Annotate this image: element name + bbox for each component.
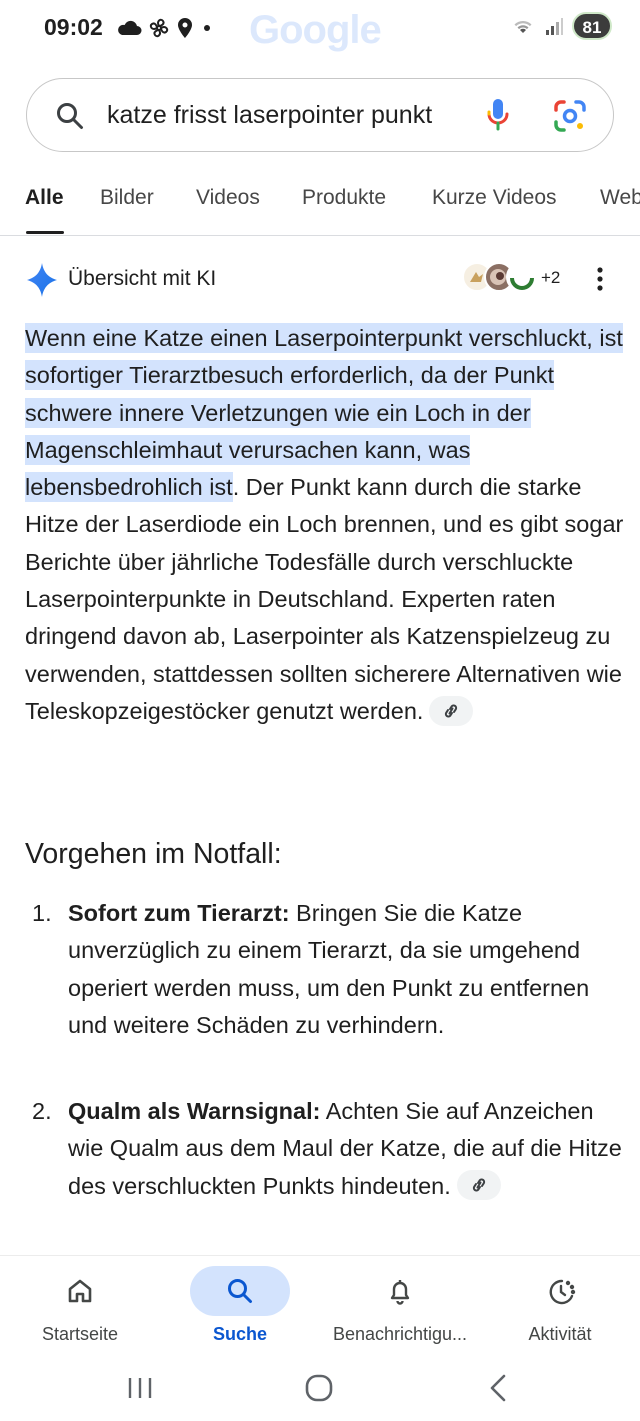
fan-icon [149, 18, 169, 38]
bottom-navigation: Startseite Suche Benachrichtigu... Aktiv… [0, 1255, 640, 1365]
search-input[interactable]: katze frisst laserpointer punkt [107, 101, 432, 130]
tab-all[interactable]: Alle [25, 186, 64, 210]
ai-sparkle-icon [27, 263, 57, 297]
system-status-icons: 81 [510, 12, 612, 40]
summary-body: . Der Punkt kann durch die starke Hitze … [25, 474, 624, 724]
dot-icon [204, 25, 210, 31]
search-icon [228, 1279, 252, 1303]
link-icon [472, 1178, 485, 1192]
battery-indicator: 81 [572, 12, 612, 40]
status-time: 09:02 [44, 14, 103, 40]
ai-overview-header: Übersicht mit KI +2 [0, 258, 640, 302]
list-item-text: Sofort zum Tierarzt: Bringen Sie die Kat… [68, 895, 628, 1044]
nav-label: Startseite [41, 1324, 119, 1344]
list-item-title: Qualm als Warnsignal: [68, 1098, 321, 1124]
tab-images[interactable]: Bilder [100, 186, 154, 210]
google-watermark: Google [249, 8, 382, 52]
location-icon [178, 18, 192, 38]
tab-short-videos[interactable]: Kurze Videos [432, 186, 557, 210]
source-link-chip[interactable] [456, 1170, 501, 1201]
status-bar: 09:02 Google 81 [0, 0, 640, 60]
home-button-icon[interactable] [302, 1371, 336, 1405]
nav-label: Aktivität [528, 1324, 592, 1344]
nav-notifications[interactable]: Benachrichtigu... [320, 1256, 480, 1366]
activity-icon [549, 1279, 576, 1305]
nav-icon-container [190, 1266, 290, 1316]
google-lens-icon[interactable] [553, 99, 587, 133]
notification-icons [116, 14, 214, 42]
list-item-title: Sofort zum Tierarzt: [68, 900, 290, 926]
source-avatar [506, 262, 536, 292]
tab-videos[interactable]: Videos [196, 186, 260, 210]
nav-icon-container [510, 1266, 610, 1316]
recent-apps-icon[interactable] [126, 1371, 154, 1405]
source-link-chip[interactable] [429, 695, 474, 726]
source-avatars[interactable] [462, 262, 540, 294]
tab-products[interactable]: Produkte [302, 186, 386, 210]
nav-icon-container [30, 1266, 130, 1316]
nav-home[interactable]: Startseite [0, 1256, 160, 1366]
list-number: 1. [32, 900, 52, 926]
nav-activity[interactable]: Aktivität [480, 1256, 640, 1366]
microphone-icon[interactable] [485, 97, 511, 135]
bell-icon [390, 1280, 410, 1305]
tab-web[interactable]: Web [600, 186, 640, 210]
nav-label: Benachrichtigu... [332, 1324, 468, 1344]
list-number: 2. [32, 1098, 52, 1124]
nav-label: Suche [212, 1324, 268, 1344]
ai-overview-summary: Wenn eine Katze einen Laserpointerpunkt … [25, 320, 625, 730]
link-icon [445, 704, 458, 718]
search-bar[interactable]: katze frisst laserpointer punkt [26, 78, 614, 152]
signal-icon [546, 18, 563, 35]
nav-icon-container [350, 1266, 450, 1316]
active-tab-indicator [26, 231, 64, 234]
search-icon [57, 103, 83, 129]
cloud-icon [118, 20, 142, 35]
search-tabs: Alle Bilder Videos Produkte Kurze Videos… [0, 172, 640, 236]
section-heading: Vorgehen im Notfall: [25, 838, 282, 870]
system-navigation-bar [0, 1365, 640, 1421]
ai-overview-title: Übersicht mit KI [68, 267, 217, 290]
list-item-text: Qualm als Warnsignal: Achten Sie auf Anz… [68, 1093, 628, 1205]
back-icon[interactable] [484, 1371, 512, 1405]
source-count[interactable]: +2 [541, 268, 560, 288]
nav-search[interactable]: Suche [160, 1256, 320, 1366]
more-options-icon[interactable] [592, 264, 608, 294]
wifi-icon [514, 20, 532, 33]
home-icon [68, 1279, 92, 1303]
